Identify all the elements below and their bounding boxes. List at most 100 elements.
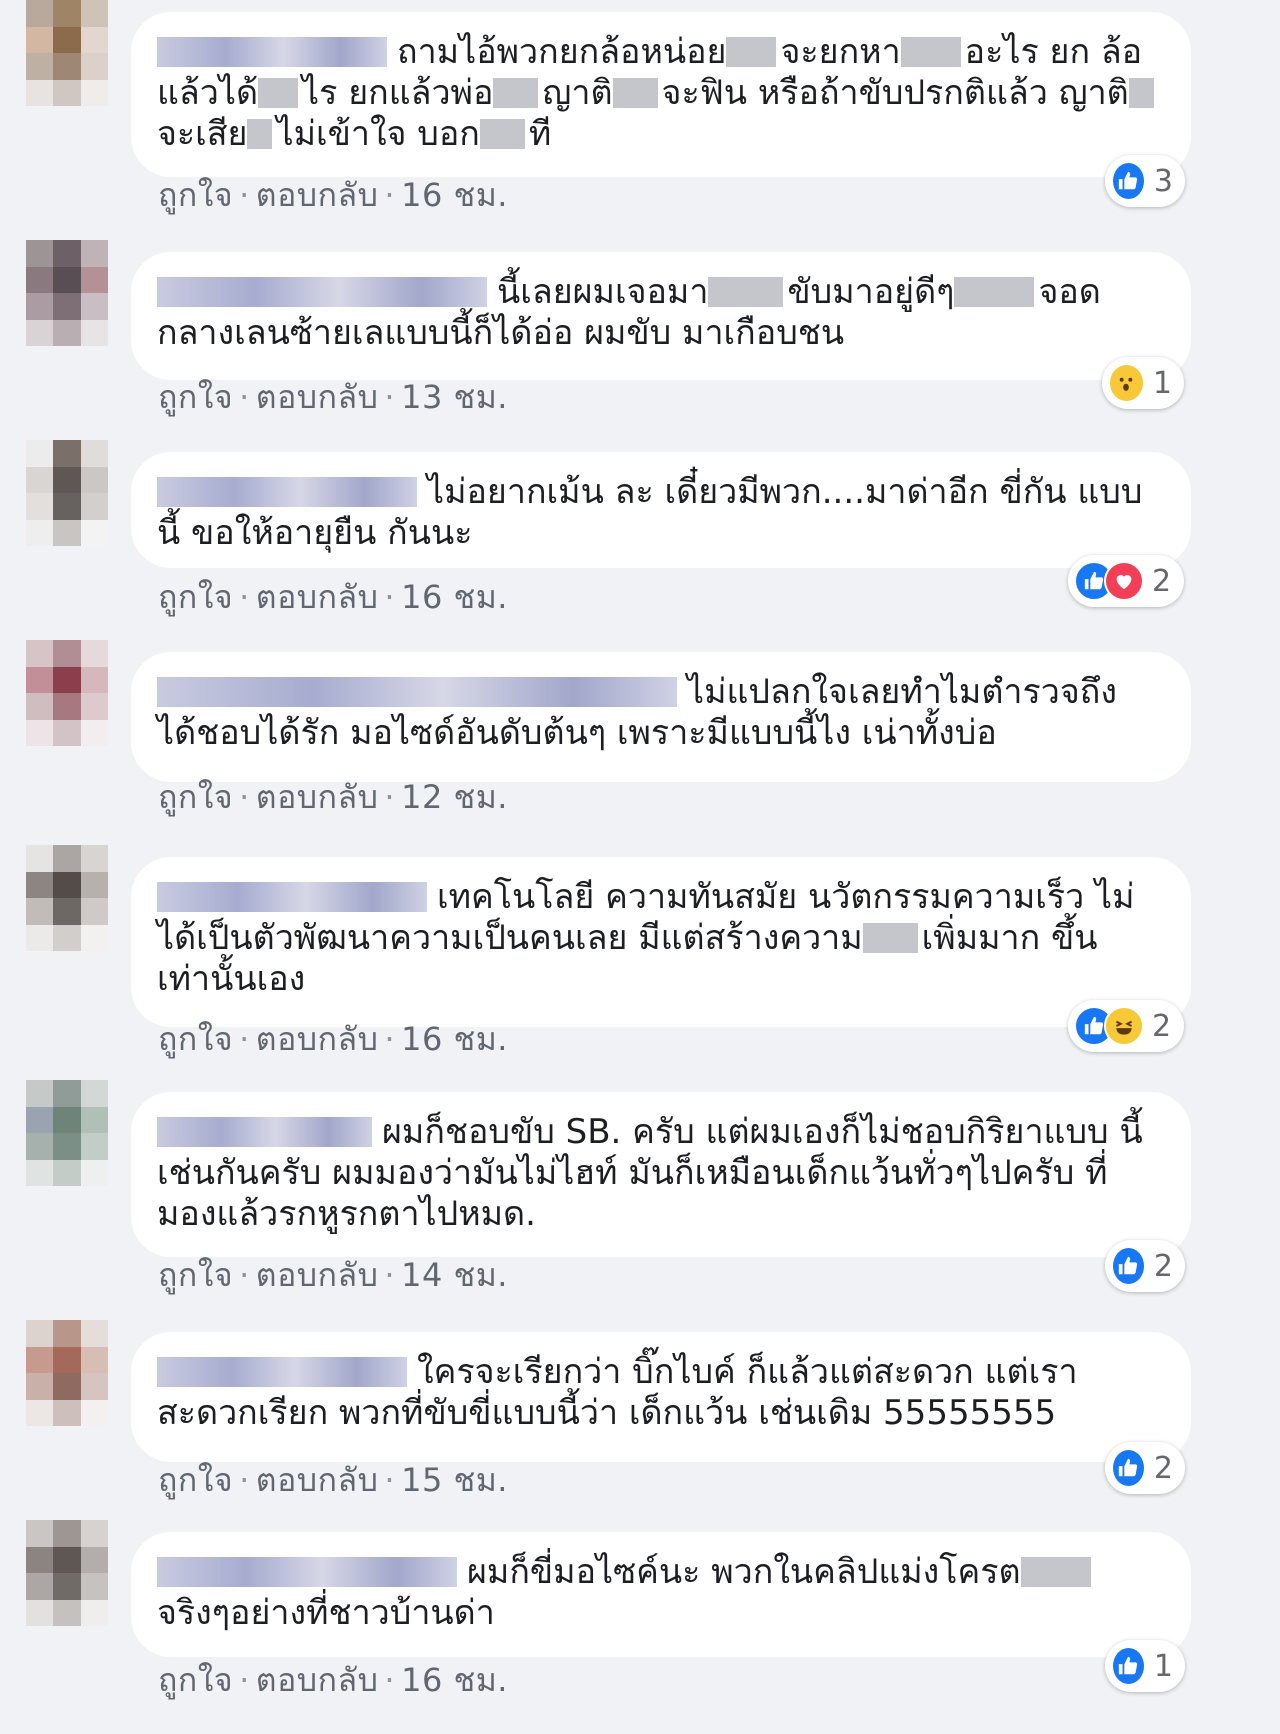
reply-link[interactable]: ตอบกลับ <box>256 378 379 416</box>
reaction-summary[interactable]: 1 <box>1102 357 1184 409</box>
like-reaction-icon <box>1111 1246 1146 1286</box>
like-link[interactable]: ถูกใจ <box>158 578 233 616</box>
redacted-word <box>900 37 961 67</box>
comment-text: ไม่แปลกใจเลยทำไมตำรวจถึง ได้ชอบได้รัก มอ… <box>157 672 1159 754</box>
comment-text-segment: จะเสีย <box>157 114 248 154</box>
separator-dot: · <box>384 778 396 816</box>
comment-text: ไม่อยากเม้น ละ เดี๋ยวมีพวก....มาด่าอีก ข… <box>157 472 1159 554</box>
wow-reaction-icon <box>1108 363 1145 403</box>
timestamp[interactable]: 16 ชม. <box>401 1661 508 1699</box>
like-link[interactable]: ถูกใจ <box>158 1461 233 1499</box>
timestamp[interactable]: 13 ชม. <box>401 378 508 416</box>
comment-bubble: ไม่แปลกใจเลยทำไมตำรวจถึง ได้ชอบได้รัก มอ… <box>131 652 1191 782</box>
comment-text-segment: ไม่เข้าใจ บอก <box>276 114 480 154</box>
redacted-word <box>258 78 299 108</box>
comment-bubble: ไม่อยากเม้น ละ เดี๋ยวมีพวก....มาด่าอีก ข… <box>131 452 1191 568</box>
reply-link[interactable]: ตอบกลับ <box>256 1020 379 1058</box>
redacted-word <box>1020 1557 1091 1587</box>
redacted-word <box>726 37 777 67</box>
avatar[interactable] <box>26 845 108 951</box>
separator-dot: · <box>239 1256 250 1294</box>
comment-actions: ถูกใจ · ตอบกลับ · 13 ชม. <box>158 372 508 423</box>
author-name[interactable] <box>157 677 677 707</box>
author-name[interactable] <box>157 882 427 912</box>
comment-text: นี้เลยผมเจอมา ขับมาอยู่ดีๆ จอด กลางเลนซ้าย… <box>157 272 1159 354</box>
comment-bubble: ใครจะเรียกว่า บิ๊กไบค์ ก็แล้วแต่สะดวก แต… <box>131 1332 1191 1462</box>
avatar[interactable] <box>26 1520 108 1626</box>
redacted-word <box>1128 78 1154 108</box>
comment-text-segment: ไร ยกแล้วพ่อ <box>302 73 494 113</box>
separator-dot: · <box>384 378 396 416</box>
separator-dot: · <box>239 1020 250 1058</box>
avatar[interactable] <box>26 440 108 546</box>
author-name[interactable] <box>157 1357 407 1387</box>
like-link[interactable]: ถูกใจ <box>158 378 233 416</box>
author-name[interactable] <box>157 277 487 307</box>
avatar[interactable] <box>26 0 108 106</box>
like-link[interactable]: ถูกใจ <box>158 176 233 214</box>
reply-link[interactable]: ตอบกลับ <box>256 778 379 816</box>
timestamp[interactable]: 15 ชม. <box>401 1461 508 1499</box>
avatar[interactable] <box>26 240 108 346</box>
comment-bubble: เทคโนโลยี ความทันสมัย นวัตกรรมความเร็ว ไ… <box>131 857 1191 1027</box>
reaction-summary[interactable]: 2 <box>1068 555 1184 607</box>
reaction-summary[interactable]: 2 <box>1105 1240 1185 1292</box>
reaction-summary[interactable]: 3 <box>1105 155 1185 207</box>
comment-text: ใครจะเรียกว่า บิ๊กไบค์ ก็แล้วแต่สะดวก แต… <box>157 1352 1159 1434</box>
reply-link[interactable]: ตอบกลับ <box>256 176 379 214</box>
redacted-word <box>493 78 539 108</box>
author-name[interactable] <box>157 1117 372 1147</box>
like-link[interactable]: ถูกใจ <box>158 778 233 816</box>
separator-dot: · <box>384 1661 396 1699</box>
like-reaction-icon <box>1111 1448 1146 1488</box>
redacted-word <box>954 277 1035 307</box>
reaction-summary[interactable]: 2 <box>1105 1442 1185 1494</box>
reaction-count: 2 <box>1152 563 1172 599</box>
avatar[interactable] <box>26 640 108 746</box>
comment-text-segment: จะฟิน หรือถ้าขับปรกติแล้ว ญาติ <box>661 73 1129 113</box>
comment-bubble: นี้เลยผมเจอมา ขับมาอยู่ดีๆ จอด กลางเลนซ้าย… <box>131 252 1191 380</box>
author-name[interactable] <box>157 477 417 507</box>
separator-dot: · <box>384 176 396 214</box>
reaction-count: 2 <box>1153 1248 1173 1284</box>
author-name[interactable] <box>157 37 387 67</box>
haha-reaction-icon <box>1104 1006 1144 1046</box>
reaction-count: 3 <box>1153 163 1173 199</box>
like-link[interactable]: ถูกใจ <box>158 1661 233 1699</box>
timestamp[interactable]: 16 ชม. <box>401 176 508 214</box>
reply-link[interactable]: ตอบกลับ <box>256 1661 379 1699</box>
author-name[interactable] <box>157 1557 457 1587</box>
reaction-summary[interactable]: 1 <box>1105 1640 1185 1692</box>
comment-actions: ถูกใจ · ตอบกลับ · 16 ชม. <box>158 1014 508 1065</box>
comment-text-segment: นี้เลยผมเจอมา <box>497 272 709 312</box>
like-link[interactable]: ถูกใจ <box>158 1020 233 1058</box>
timestamp[interactable]: 12 ชม. <box>401 778 508 816</box>
reaction-count: 1 <box>1153 1648 1173 1684</box>
like-reaction-icon <box>1111 1646 1146 1686</box>
comment-actions: ถูกใจ · ตอบกลับ · 16 ชม. <box>158 170 508 221</box>
reply-link[interactable]: ตอบกลับ <box>256 1256 379 1294</box>
comment-text-segment: ถามไอ้พวกยกล้อหน่อย <box>397 32 727 72</box>
reaction-count: 2 <box>1153 1450 1173 1486</box>
separator-dot: · <box>239 1461 250 1499</box>
timestamp[interactable]: 16 ชม. <box>401 1020 508 1058</box>
timestamp[interactable]: 16 ชม. <box>401 578 508 616</box>
separator-dot: · <box>384 1256 396 1294</box>
separator-dot: · <box>239 778 250 816</box>
love-reaction-icon <box>1104 561 1144 601</box>
comment-actions: ถูกใจ · ตอบกลับ · 15 ชม. <box>158 1455 508 1506</box>
reply-link[interactable]: ตอบกลับ <box>256 578 379 616</box>
redacted-word <box>708 277 784 307</box>
comment-actions: ถูกใจ · ตอบกลับ · 16 ชม. <box>158 1655 508 1706</box>
reply-link[interactable]: ตอบกลับ <box>256 1461 379 1499</box>
reaction-summary[interactable]: 2 <box>1068 1000 1184 1052</box>
separator-dot: · <box>239 1661 250 1699</box>
reaction-count: 1 <box>1152 365 1172 401</box>
comment-bubble: ผมก็ขี่มอไซค์นะ พวกในคลิปแม่งโครตจริงๆอย… <box>131 1532 1191 1657</box>
like-link[interactable]: ถูกใจ <box>158 1256 233 1294</box>
comment-text: ผมก็ขี่มอไซค์นะ พวกในคลิปแม่งโครตจริงๆอย… <box>157 1552 1159 1634</box>
separator-dot: · <box>384 1020 396 1058</box>
avatar[interactable] <box>26 1320 108 1426</box>
avatar[interactable] <box>26 1080 108 1186</box>
timestamp[interactable]: 14 ชม. <box>401 1256 508 1294</box>
